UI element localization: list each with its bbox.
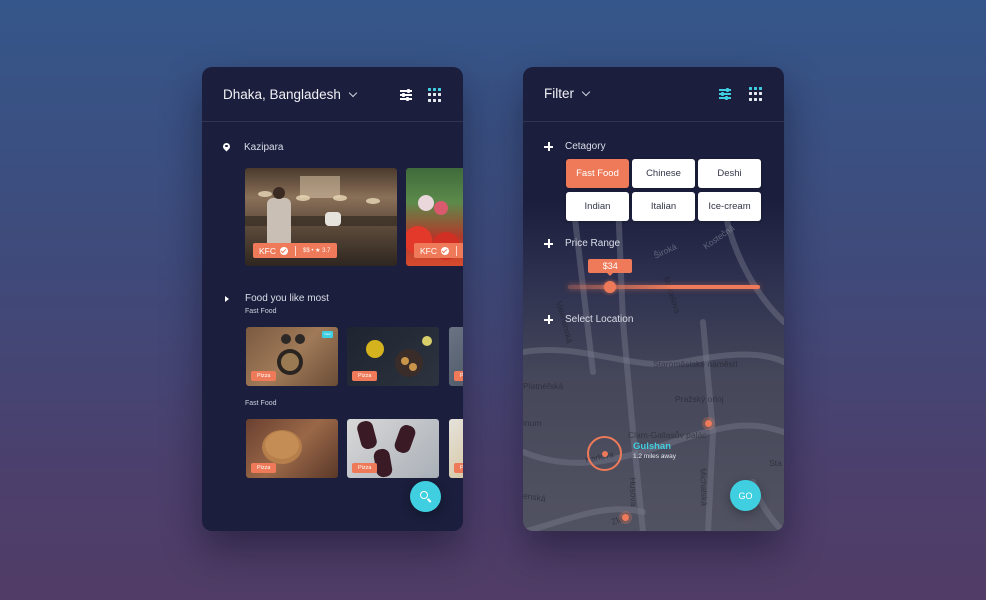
favorites-row[interactable]: Food you like most <box>223 293 329 304</box>
favorites-title: Food you like most <box>245 293 329 304</box>
new-badge: New <box>322 331 333 338</box>
verified-icon <box>280 246 288 255</box>
category-fast-food[interactable]: Fast Food <box>566 159 629 188</box>
grid-icon[interactable] <box>428 88 442 102</box>
restaurant-name: KFC <box>420 245 437 256</box>
food-tag: Pizza <box>251 463 277 473</box>
location-dropdown[interactable]: Dhaka, Bangladesh <box>223 87 358 102</box>
triangle-right-icon <box>225 295 229 302</box>
food-card[interactable]: Pizza <box>347 419 439 478</box>
food-card[interactable]: Pizza <box>449 327 463 386</box>
pin-icon <box>223 143 230 153</box>
home-screen: Dhaka, Bangladesh Kazipara KFC $$ • ★ 3.… <box>202 67 463 531</box>
price-range-label: Price Range <box>565 238 621 249</box>
filter-header: Filter <box>523 67 784 122</box>
price-range-row[interactable]: Price Range <box>544 238 620 249</box>
location-label: Dhaka, Bangladesh <box>223 87 341 102</box>
plus-icon <box>544 239 553 248</box>
map-label: inum <box>523 418 542 428</box>
selected-location-marker[interactable] <box>587 436 622 471</box>
verified-icon <box>441 246 449 255</box>
location-name: Gulshan <box>633 441 672 452</box>
map-label: Pražský orloj <box>675 394 724 404</box>
plus-icon <box>544 142 553 151</box>
area-label: Kazipara <box>244 142 284 153</box>
restaurant-tag: KFC <box>414 243 463 258</box>
restaurant-card[interactable]: KFC $$ • ★ 3.7 <box>245 168 397 266</box>
sliders-icon[interactable] <box>719 87 733 101</box>
filter-title: Filter <box>544 86 574 101</box>
area-row[interactable]: Kazipara <box>223 142 283 153</box>
category-ice-cream[interactable]: Ice-cream <box>698 192 761 221</box>
category-indian[interactable]: Indian <box>566 192 629 221</box>
plus-icon <box>544 315 553 324</box>
map-label: Michalská <box>698 467 710 507</box>
food-card[interactable]: Pizza <box>347 327 439 386</box>
slider-track[interactable] <box>568 285 760 289</box>
go-button[interactable]: GO <box>730 480 761 511</box>
food-tag: Pizza <box>454 463 463 473</box>
food-card[interactable]: Pizza <box>449 419 463 478</box>
map-label: Staroměstské náměstí <box>653 359 738 369</box>
food-tag: Pizza <box>454 371 463 381</box>
group-label: Fast Food <box>245 400 277 407</box>
grid-icon[interactable] <box>749 87 763 101</box>
food-card[interactable]: Pizza <box>246 419 338 478</box>
restaurant-name: KFC <box>259 245 276 256</box>
map-label: Platnéřská <box>523 381 564 391</box>
category-deshi[interactable]: Deshi <box>698 159 761 188</box>
tag-divider <box>456 245 457 256</box>
filter-dropdown[interactable]: Filter <box>544 86 591 101</box>
map-marker[interactable] <box>705 420 712 427</box>
tag-divider <box>295 245 296 256</box>
map-label: Sta <box>769 458 782 468</box>
food-tag: Pizza <box>251 371 277 381</box>
category-label: Cetagory <box>565 141 606 152</box>
chevron-down-icon <box>348 88 358 97</box>
food-tag: Pizza <box>352 463 378 473</box>
category-options: Fast Food Chinese Deshi Indian Italian I… <box>566 159 761 221</box>
map-marker[interactable] <box>622 514 629 521</box>
category-row[interactable]: Cetagory <box>544 141 606 152</box>
select-location-row[interactable]: Select Location <box>544 314 633 325</box>
search-button[interactable] <box>410 481 441 512</box>
restaurant-meta: $$ • ★ 3.7 <box>303 248 331 254</box>
filter-screen: Široká Kostečná Maiselova Valentinská St… <box>523 67 784 531</box>
group-label: Fast Food <box>245 308 277 315</box>
restaurant-card[interactable]: KFC <box>406 168 463 266</box>
price-tooltip: $34 <box>588 259 633 276</box>
chevron-down-icon <box>581 87 591 96</box>
food-tag: Pizza <box>352 371 378 381</box>
select-location-label: Select Location <box>565 314 634 325</box>
food-card[interactable]: New Pizza <box>246 327 338 386</box>
price-slider[interactable]: $34 <box>568 259 760 293</box>
sliders-icon[interactable] <box>400 88 414 102</box>
map-label: Husova <box>627 477 639 507</box>
location-distance: 1.2 miles away <box>633 453 676 460</box>
category-chinese[interactable]: Chinese <box>632 159 695 188</box>
home-header: Dhaka, Bangladesh <box>202 67 463 122</box>
map-label: Clam-Gallasův palác <box>628 430 707 440</box>
restaurant-tag: KFC $$ • ★ 3.7 <box>253 243 337 258</box>
category-italian[interactable]: Italian <box>632 192 695 221</box>
search-icon <box>419 490 432 503</box>
go-label: GO <box>738 490 753 501</box>
